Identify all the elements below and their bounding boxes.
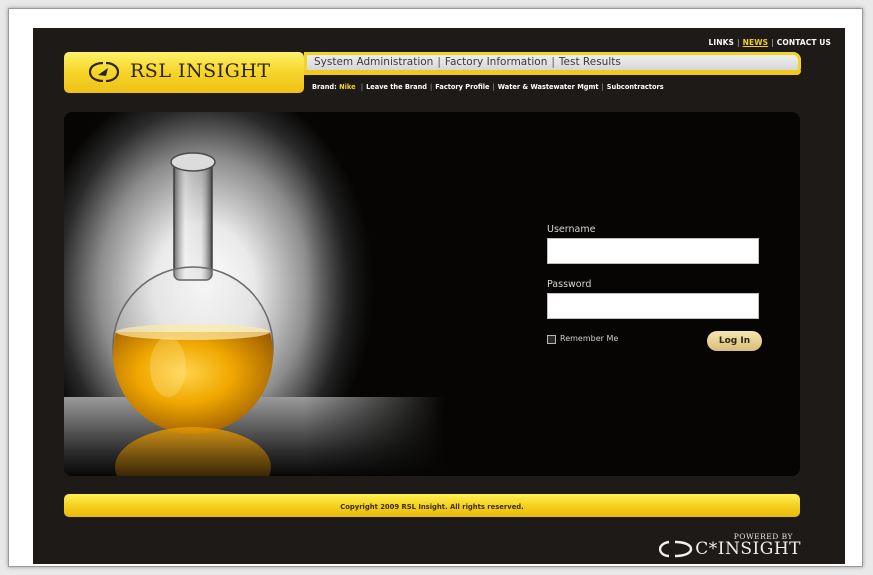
remember-me-label[interactable]: Remember Me bbox=[560, 334, 618, 343]
flask-illustration bbox=[112, 152, 274, 476]
footer-bar: Copyright 2009 RSL Insight. All rights r… bbox=[64, 494, 800, 517]
separator: | bbox=[601, 83, 604, 91]
username-input[interactable] bbox=[547, 238, 759, 264]
cinsight-brand-text: C*INSIGHT bbox=[695, 539, 801, 559]
nav-system-administration[interactable]: System Administration bbox=[314, 56, 433, 68]
username-label: Username bbox=[547, 224, 596, 235]
window-frame: LINKS | NEWS | CONTACT US RSL INSIGHT System… bbox=[8, 8, 863, 567]
rsl-logo-icon bbox=[88, 62, 120, 82]
sub-nav: Brand: Nike | Leave the Brand | Factory Pro… bbox=[312, 83, 664, 91]
subnav-leave-brand[interactable]: Leave the Brand bbox=[366, 83, 427, 91]
login-button[interactable]: Log In bbox=[707, 331, 762, 351]
site-logo[interactable]: RSL INSIGHT bbox=[64, 52, 304, 93]
nav-test-results[interactable]: Test Results bbox=[559, 56, 621, 68]
news-link[interactable]: NEWS bbox=[743, 38, 768, 47]
brand-value-link[interactable]: Nike bbox=[339, 83, 355, 91]
password-label: Password bbox=[547, 279, 592, 290]
separator: | bbox=[430, 83, 433, 91]
separator: | bbox=[360, 83, 364, 91]
top-links: LINKS | NEWS | CONTACT US bbox=[708, 38, 831, 47]
remember-me-checkbox[interactable] bbox=[547, 335, 556, 344]
nav-factory-information[interactable]: Factory Information bbox=[445, 56, 547, 68]
separator: | bbox=[737, 38, 740, 47]
subnav-subcontractors[interactable]: Subcontractors bbox=[607, 83, 664, 91]
login-form: Username Password Remember Me Log In bbox=[547, 224, 762, 353]
subnav-factory-profile[interactable]: Factory Profile bbox=[435, 83, 489, 91]
powered-by-logo[interactable]: POWERED BY C*INSIGHT bbox=[631, 524, 801, 560]
separator: | bbox=[492, 83, 495, 91]
separator: | bbox=[551, 56, 555, 68]
separator: | bbox=[437, 56, 441, 68]
remember-row: Remember Me Log In bbox=[547, 331, 762, 353]
brand-label: Brand: bbox=[312, 83, 337, 91]
logo-text: RSL INSIGHT bbox=[130, 60, 271, 82]
hero-panel: Username Password Remember Me Log In bbox=[64, 112, 800, 476]
contact-us-link[interactable]: CONTACT US bbox=[777, 38, 831, 47]
cinsight-ring-icon bbox=[659, 540, 693, 558]
flask-photo bbox=[64, 112, 444, 476]
photo-fade bbox=[304, 112, 444, 476]
copyright-text: Copyright 2009 RSL Insight. All rights r… bbox=[340, 503, 524, 511]
links-link[interactable]: LINKS bbox=[708, 38, 734, 47]
subnav-water-wastewater[interactable]: Water & Wastewater Mgmt bbox=[498, 83, 599, 91]
nav-accent-band bbox=[304, 70, 801, 75]
separator: | bbox=[771, 38, 774, 47]
site-container: LINKS | NEWS | CONTACT US RSL INSIGHT System… bbox=[33, 28, 845, 564]
password-input[interactable] bbox=[547, 293, 759, 319]
